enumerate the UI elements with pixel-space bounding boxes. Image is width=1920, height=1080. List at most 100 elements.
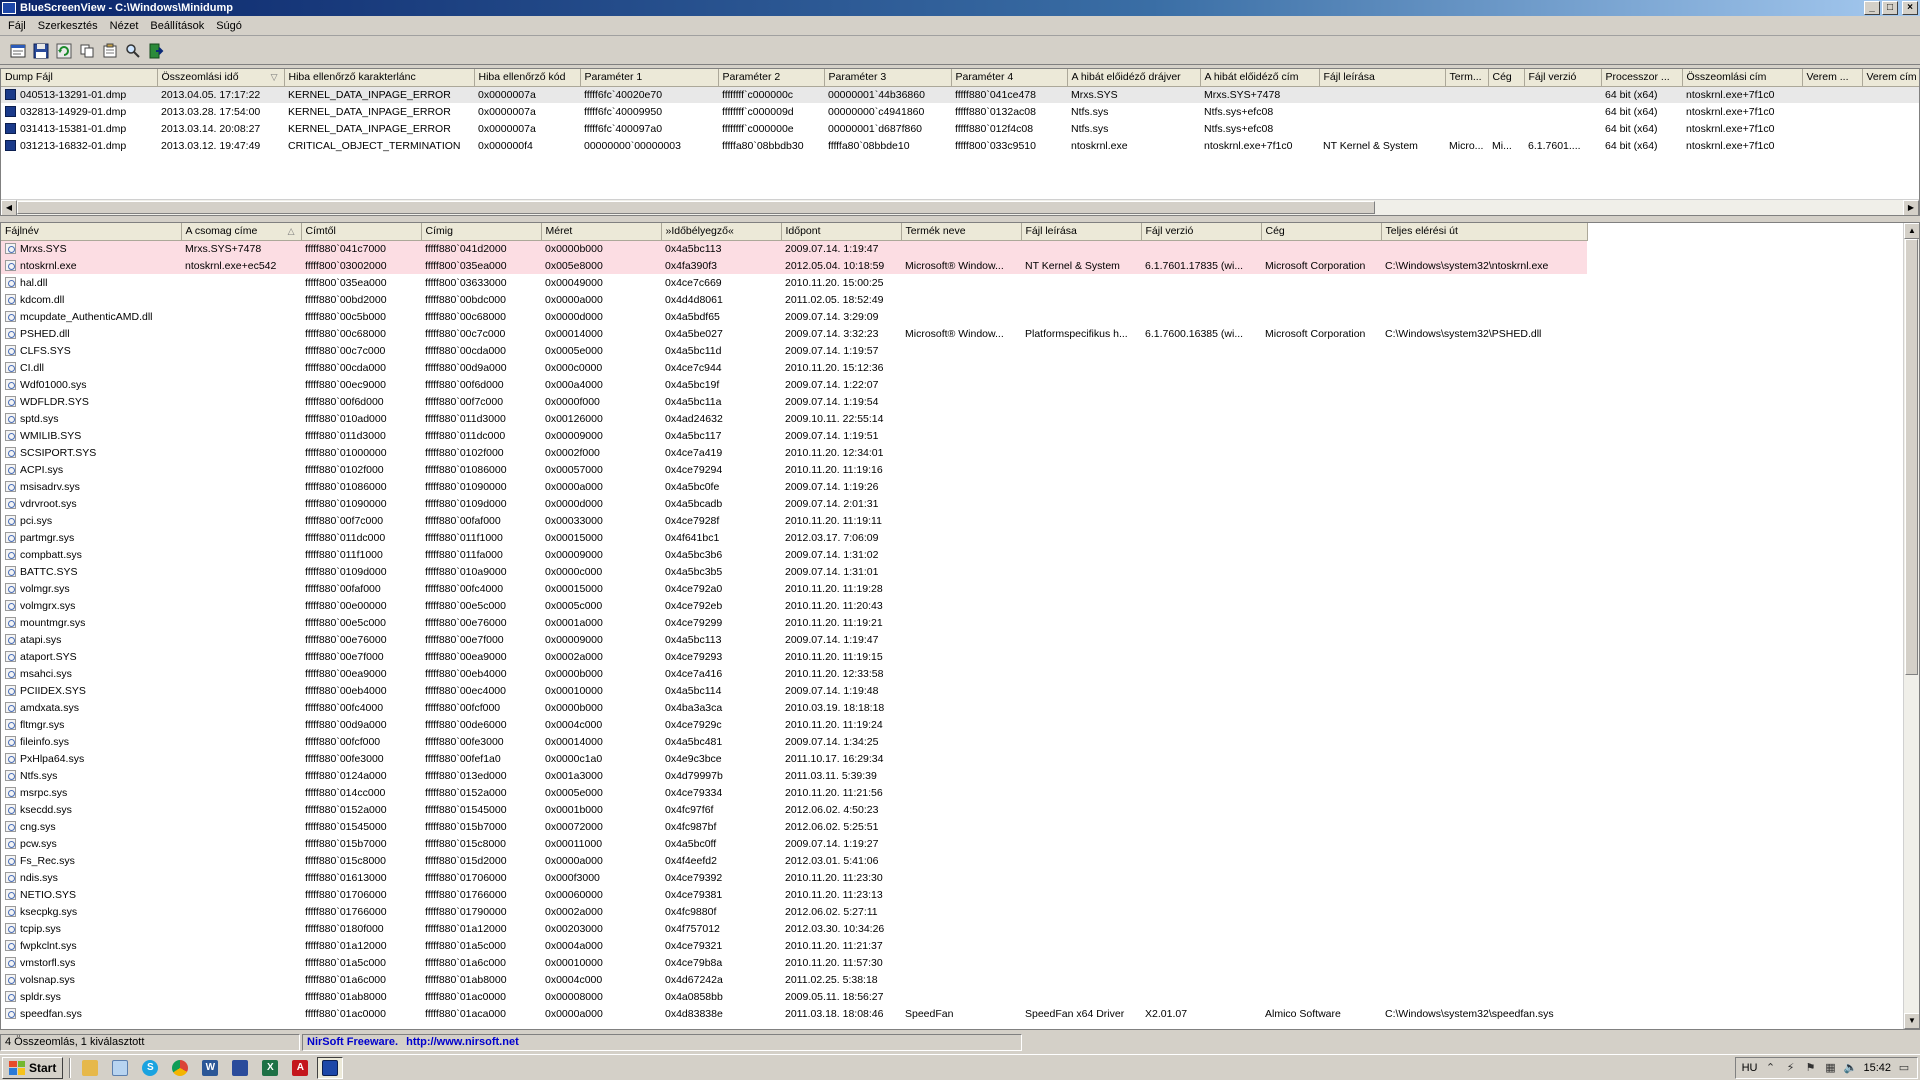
- exit-button[interactable]: [146, 41, 166, 61]
- table-row[interactable]: msisadrv.sys fffff880`01086000 fffff880`01…: [1, 478, 1587, 495]
- nirsoft-url[interactable]: http://www.nirsoft.net: [406, 1036, 519, 1048]
- table-row[interactable]: msrpc.sys fffff880`014cc000 fffff880`0152a…: [1, 784, 1587, 801]
- scroll-thumb[interactable]: [17, 201, 1375, 214]
- clock[interactable]: 15:42: [1863, 1062, 1891, 1074]
- table-row[interactable]: hal.dll fffff800`035ea000 fffff800`0363300…: [1, 274, 1587, 291]
- crash_table-header-col-10[interactable]: Fájl leírása: [1319, 69, 1446, 87]
- crash_table-header-col-13[interactable]: Fájl verzió: [1524, 69, 1602, 87]
- scroll-up-arrow[interactable]: ▲: [1904, 223, 1919, 239]
- table-row[interactable]: volsnap.sys fffff880`01a6c000 fffff880`01a…: [1, 971, 1587, 988]
- taskbar-save[interactable]: [227, 1057, 253, 1079]
- crash_table-header-col-17[interactable]: Verem cím 2: [1862, 69, 1919, 87]
- table-row[interactable]: compbatt.sys fffff880`011f1000 fffff880`01…: [1, 546, 1587, 563]
- taskbar-acrobat[interactable]: A: [287, 1057, 313, 1079]
- taskbar-notepad[interactable]: [107, 1057, 133, 1079]
- driver_table-header-col-9[interactable]: Fájl verzió: [1141, 223, 1262, 241]
- maximize-button[interactable]: □: [1882, 1, 1898, 15]
- crash_table-header-col-7[interactable]: Paraméter 4: [951, 69, 1068, 87]
- table-row[interactable]: atapi.sys fffff880`00e76000 fffff880`00e7f…: [1, 631, 1587, 648]
- table-row[interactable]: fwpkclnt.sys fffff880`01a12000 fffff880`01…: [1, 937, 1587, 954]
- find-button[interactable]: [123, 41, 143, 61]
- table-row[interactable]: fltmgr.sys fffff880`00d9a000 fffff880`00de…: [1, 716, 1587, 733]
- crash_table-header-col-2[interactable]: Hiba ellenőrző karakterlánc: [284, 69, 475, 87]
- table-row[interactable]: BATTC.SYS fffff880`0109d000 fffff880`010a9…: [1, 563, 1587, 580]
- table-row[interactable]: amdxata.sys fffff880`00fc4000 fffff880`00f…: [1, 699, 1587, 716]
- table-row[interactable]: sptd.sys fffff880`010ad000 fffff880`011d30…: [1, 410, 1587, 427]
- crash_table-header-col-1[interactable]: Összeomlási idő ▽: [157, 69, 285, 87]
- table-row[interactable]: partmgr.sys fffff880`011dc000 fffff880`011…: [1, 529, 1587, 546]
- taskbar-excel[interactable]: X: [257, 1057, 283, 1079]
- driver_table-header-col-11[interactable]: Teljes elérési út: [1381, 223, 1588, 241]
- table-row[interactable]: volmgr.sys fffff880`00faf000 fffff880`00fc…: [1, 580, 1587, 597]
- menu-help[interactable]: Súgó: [210, 20, 248, 32]
- crash_table-header-col-15[interactable]: Összeomlási cím: [1682, 69, 1803, 87]
- table-row[interactable]: PxHlpa64.sys fffff880`00fe3000 fffff880`00…: [1, 750, 1587, 767]
- crash_table-header-col-11[interactable]: Term...: [1445, 69, 1489, 87]
- table-row[interactable]: Ntfs.sys fffff880`0124a000 fffff880`013ed0…: [1, 767, 1587, 784]
- table-row[interactable]: kdcom.dll fffff880`00bd2000 fffff880`00bdc…: [1, 291, 1587, 308]
- table-row[interactable]: Wdf01000.sys fffff880`00ec9000 fffff880`00…: [1, 376, 1587, 393]
- properties-button[interactable]: [100, 41, 120, 61]
- save-button[interactable]: [31, 41, 51, 61]
- table-row[interactable]: pcw.sys fffff880`015b7000 fffff880`015c800…: [1, 835, 1587, 852]
- network-icon[interactable]: ▦: [1823, 1061, 1837, 1075]
- table-row[interactable]: 031413-15381-01.dmp 2013.03.14. 20:08:27 K…: [1, 120, 1919, 137]
- close-button[interactable]: ×: [1902, 1, 1918, 15]
- table-row[interactable]: Mrxs.SYS Mrxs.SYS+7478 fffff880`041c7000 ff…: [1, 240, 1587, 257]
- table-row[interactable]: WDFLDR.SYS fffff880`00f6d000 fffff880`00f7…: [1, 393, 1587, 410]
- title-bar[interactable]: BlueScreenView - C:\Windows\Minidump _ □…: [0, 0, 1920, 16]
- table-row[interactable]: 040513-13291-01.dmp 2013.04.05. 17:17:22 K…: [1, 86, 1919, 103]
- driver_table-header-col-3[interactable]: Címig: [421, 223, 542, 241]
- table-row[interactable]: vdrvroot.sys fffff880`01090000 fffff880`01…: [1, 495, 1587, 512]
- table-row[interactable]: pci.sys fffff880`00f7c000 fffff880`00faf00…: [1, 512, 1587, 529]
- html-report-button[interactable]: [8, 41, 28, 61]
- action-center-flag-icon[interactable]: ⚑: [1803, 1061, 1817, 1075]
- scroll-thumb[interactable]: [1905, 239, 1918, 675]
- table-row[interactable]: fileinfo.sys fffff880`00fcf000 fffff880`00…: [1, 733, 1587, 750]
- driver_table-header-col-0[interactable]: Fájlnév: [1, 223, 182, 241]
- menu-view[interactable]: Nézet: [104, 20, 145, 32]
- show-hidden-icons-icon[interactable]: ⌃: [1763, 1061, 1777, 1075]
- table-row[interactable]: Fs_Rec.sys fffff880`015c8000 fffff880`015d…: [1, 852, 1587, 869]
- table-row[interactable]: ataport.SYS fffff880`00e7f000 fffff880`00e…: [1, 648, 1587, 665]
- table-row[interactable]: PSHED.dll fffff880`00c68000 fffff880`00c7c…: [1, 325, 1587, 342]
- refresh-button[interactable]: [54, 41, 74, 61]
- driver_table-header-col-6[interactable]: Időpont: [781, 223, 902, 241]
- taskbar-chrome[interactable]: [167, 1057, 193, 1079]
- table-row[interactable]: ksecpkg.sys fffff880`01766000 fffff880`017…: [1, 903, 1587, 920]
- taskbar-bluescreenview[interactable]: [317, 1056, 344, 1079]
- language-indicator[interactable]: HU: [1742, 1062, 1758, 1074]
- table-row[interactable]: CI.dll fffff880`00cda000 fffff880`00d9a000…: [1, 359, 1587, 376]
- menu-edit[interactable]: Szerkesztés: [32, 20, 104, 32]
- status-link[interactable]: NirSoft Freeware. http://www.nirsoft.net: [302, 1033, 1022, 1051]
- table-row[interactable]: SCSIPORT.SYS fffff880`01000000 fffff880`01…: [1, 444, 1587, 461]
- taskbar-skype[interactable]: S: [137, 1057, 163, 1079]
- crash_table-header-col-8[interactable]: A hibát előidéző drájver: [1067, 69, 1201, 87]
- crash-horizontal-scrollbar[interactable]: ◀ ▶: [1, 199, 1919, 215]
- crash-list-pane[interactable]: Dump Fájl Összeomlási idő ▽ Hiba ellenőrző …: [0, 68, 1920, 216]
- driver_table-header-col-7[interactable]: Termék neve: [901, 223, 1022, 241]
- start-button[interactable]: Start: [2, 1056, 64, 1079]
- table-row[interactable]: ksecdd.sys fffff880`0152a000 fffff880`0154…: [1, 801, 1587, 818]
- crash_table-header-col-9[interactable]: A hibát előidéző cím: [1200, 69, 1320, 87]
- minimize-button[interactable]: _: [1864, 1, 1880, 15]
- table-row[interactable]: WMILIB.SYS fffff880`011d3000 fffff880`011d…: [1, 427, 1587, 444]
- power-icon[interactable]: ⚡: [1783, 1061, 1797, 1075]
- table-row[interactable]: ACPI.sys fffff880`0102f000 fffff880`010860…: [1, 461, 1587, 478]
- table-row[interactable]: vmstorfl.sys fffff880`01a5c000 fffff880`01…: [1, 954, 1587, 971]
- crash_table-header-col-12[interactable]: Cég: [1488, 69, 1525, 87]
- driver-vertical-scrollbar[interactable]: ▲ ▼: [1903, 223, 1919, 1029]
- volume-icon[interactable]: 🔈: [1843, 1061, 1858, 1075]
- crash_table-header-col-4[interactable]: Paraméter 1: [580, 69, 719, 87]
- crash_table-header-col-16[interactable]: Verem ...: [1802, 69, 1863, 87]
- table-row[interactable]: 031213-16832-01.dmp 2013.03.12. 19:47:49 C…: [1, 137, 1919, 154]
- menu-file[interactable]: Fájl: [2, 20, 32, 32]
- driver_table-header-col-1[interactable]: A csomag címe △: [181, 223, 302, 241]
- table-row[interactable]: CLFS.SYS fffff880`00c7c000 fffff880`00cda0…: [1, 342, 1587, 359]
- driver_table-header-col-8[interactable]: Fájl leírása: [1021, 223, 1142, 241]
- crash_table-header-col-6[interactable]: Paraméter 3: [824, 69, 952, 87]
- crash_table-header-col-3[interactable]: Hiba ellenőrző kód: [474, 69, 581, 87]
- driver-list-pane[interactable]: Fájlnév A csomag címe △ Címtől Címig Méret »Id…: [0, 222, 1920, 1030]
- taskbar-word[interactable]: W: [197, 1057, 223, 1079]
- table-row[interactable]: cng.sys fffff880`01545000 fffff880`015b700…: [1, 818, 1587, 835]
